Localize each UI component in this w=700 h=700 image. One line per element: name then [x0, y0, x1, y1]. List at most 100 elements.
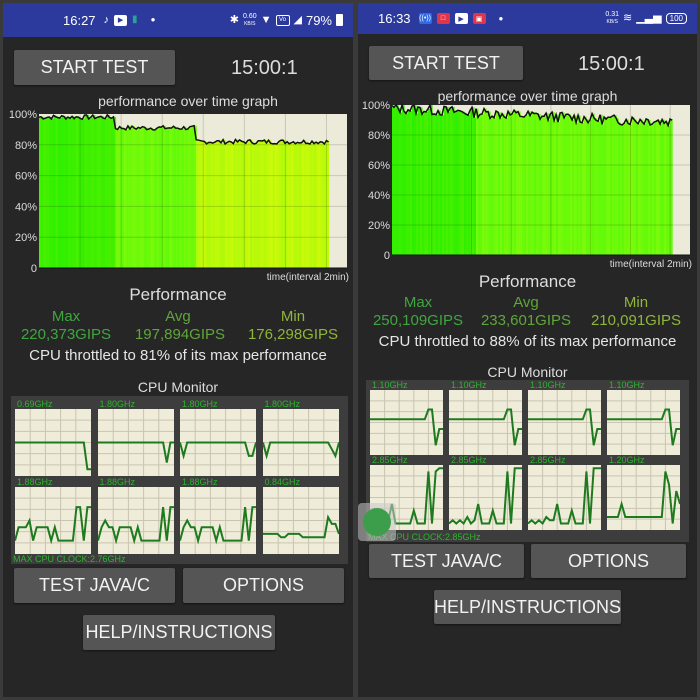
cpu-core-frequency: 0.69GHz	[17, 399, 53, 409]
avg-value: 197,894GIPS	[134, 326, 226, 343]
max-value: 250,109GIPS	[372, 312, 464, 329]
cpu-core-frequency: 1.80GHz	[264, 399, 301, 409]
test-java-c-button[interactable]: TEST JAVA/C	[14, 568, 175, 603]
cpu-core-frequency: 1.10GHz	[530, 380, 566, 390]
cpu-core-frequency: 2.85GHz	[451, 455, 487, 465]
help-instructions-button[interactable]: HELP/INSTRUCTIONS	[83, 615, 275, 650]
cpu-core-frequency: 1.88GHz	[99, 477, 136, 487]
y-tick-label: 100%	[362, 101, 390, 112]
start-test-button[interactable]: START TEST	[14, 50, 175, 85]
battery-percent: 79%	[305, 12, 332, 28]
performance-graph: 0 20% 40% 60% 80% 100% time(interval 2min)	[9, 109, 349, 283]
signal-icon: ◢	[293, 13, 302, 26]
options-button[interactable]: OPTIONS	[531, 544, 686, 578]
youtube-icon: ▶	[454, 13, 468, 24]
app-red-icon-2: ▣	[472, 13, 486, 24]
wifi-icon: ▼	[260, 13, 272, 26]
cpu-core-graph: 1.20GHz	[607, 455, 680, 530]
cpu-core-graph: 0.84GHz	[262, 477, 339, 554]
net-speed: 0.60 KB/S	[243, 13, 257, 28]
floating-overlay-button[interactable]	[358, 503, 396, 541]
cpu-core-chart	[607, 390, 680, 455]
options-button[interactable]: OPTIONS	[183, 568, 344, 603]
cpu-core-chart	[180, 409, 256, 476]
cpu-core-chart	[607, 465, 680, 530]
cpu-core-graph: 1.10GHz	[528, 380, 601, 455]
cpu-monitor-title: CPU Monitor	[137, 379, 219, 395]
cpu-core-chart	[15, 487, 91, 554]
y-tick-label: 0	[31, 263, 37, 275]
cpu-monitor-panel: 0.69GHz 1.80GHz 1.80GHz 1.80GHz 1.88GHz 1.88G…	[11, 396, 348, 564]
min-label: Min	[623, 294, 649, 311]
cpu-core-frequency: 1.80GHz	[182, 399, 218, 409]
broadcast-icon: ((•))	[418, 13, 432, 24]
performance-title: Performance	[478, 272, 577, 291]
net-speed-unit: KB/S	[244, 20, 256, 27]
throttle-text: CPU throttled to 88% of its max performa…	[378, 333, 677, 350]
cpu-core-graph: 1.88GHz	[15, 477, 91, 554]
y-tick-label: 80%	[15, 140, 37, 152]
cpu-core-chart	[262, 487, 339, 554]
min-value: 176,298GIPS	[247, 326, 339, 343]
right-phone-screen: 16:33 ((•)) □ ▶ ▣ ● 0.31 KB/S ≋ ▁▃▅ 100 S…	[358, 3, 697, 697]
avg-label: Avg	[513, 294, 539, 311]
cpu-core-frequency: 0.84GHz	[264, 477, 301, 487]
start-test-button[interactable]: START TEST	[369, 46, 523, 80]
help-instructions-button[interactable]: HELP/INSTRUCTIONS	[434, 590, 621, 624]
y-tick-label: 40%	[368, 190, 390, 202]
max-label: Max	[51, 308, 81, 325]
y-tick-label: 20%	[368, 220, 390, 232]
max-cpu-clock: MAX CPU CLOCK:2.76GHz	[13, 554, 126, 564]
cpu-monitor-title: CPU Monitor	[487, 364, 568, 380]
cpu-core-graph: 2.85GHz	[449, 455, 522, 530]
y-tick-label: 20%	[15, 232, 37, 244]
overlay-app-icon	[363, 508, 391, 536]
cpu-core-frequency: 1.88GHz	[17, 477, 53, 487]
battery-icon	[336, 14, 343, 26]
x-axis-label: time(interval 2min)	[267, 272, 349, 283]
cpu-core-graph: 1.88GHz	[97, 477, 174, 554]
cpu-core-chart	[180, 487, 256, 554]
avg-label: Avg	[165, 308, 191, 325]
cpu-core-graph: 0.69GHz	[15, 399, 91, 476]
cpu-core-graph: 1.10GHz	[449, 380, 522, 455]
cpu-core-chart	[528, 390, 601, 455]
cpu-core-graph: 1.88GHz	[180, 477, 256, 554]
cpu-core-frequency: 2.85GHz	[372, 455, 408, 465]
timer: 15:00:1	[578, 53, 645, 75]
throttle-text: CPU throttled to 81% of its max performa…	[29, 347, 327, 364]
cpu-core-graph: 1.80GHz	[180, 399, 256, 476]
app-red-icon: □	[436, 13, 450, 24]
y-tick-label: 60%	[368, 160, 390, 172]
y-tick-label: 80%	[368, 130, 390, 142]
cpu-core-chart	[449, 390, 522, 455]
max-label: Max	[403, 294, 433, 311]
cpu-core-chart	[15, 409, 91, 476]
net-speed-value: 0.31	[605, 11, 620, 18]
cpu-core-frequency: 1.88GHz	[182, 477, 218, 487]
cpu-core-frequency: 1.10GHz	[451, 380, 487, 390]
net-speed: 0.31 KB/S	[605, 11, 619, 26]
cpu-core-frequency: 1.80GHz	[99, 399, 136, 409]
y-tick-label: 0	[384, 250, 390, 262]
net-speed-unit: KB/S	[606, 19, 618, 25]
cpu-core-chart	[97, 409, 174, 476]
battery-indicator: 100	[665, 13, 687, 24]
y-tick-label: 100%	[9, 109, 37, 121]
cpu-core-graph: 1.10GHz	[370, 380, 443, 455]
test-java-c-button[interactable]: TEST JAVA/C	[369, 544, 524, 578]
max-value: 220,373GIPS	[20, 326, 112, 343]
min-value: 210,091GIPS	[590, 312, 682, 329]
wifi-icon: ≋	[623, 12, 633, 24]
net-speed-value: 0.60	[242, 12, 257, 20]
volte-wifi-icon: Vo	[275, 14, 290, 26]
tiktok-icon: ♪	[103, 13, 110, 26]
y-tick-label: 60%	[15, 171, 37, 183]
cpu-core-graph: 1.80GHz	[97, 399, 174, 476]
battery-saver-icon: ▮	[132, 14, 138, 25]
cpu-monitor-panel: 1.10GHz 1.10GHz 1.10GHz 1.10GHz 2.85GHz 2.85G…	[366, 380, 689, 542]
avg-value: 233,601GIPS	[480, 312, 572, 329]
cpu-core-chart	[262, 409, 339, 476]
cpu-core-frequency: 1.10GHz	[372, 380, 408, 390]
cpu-core-graph: 1.80GHz	[262, 399, 339, 476]
